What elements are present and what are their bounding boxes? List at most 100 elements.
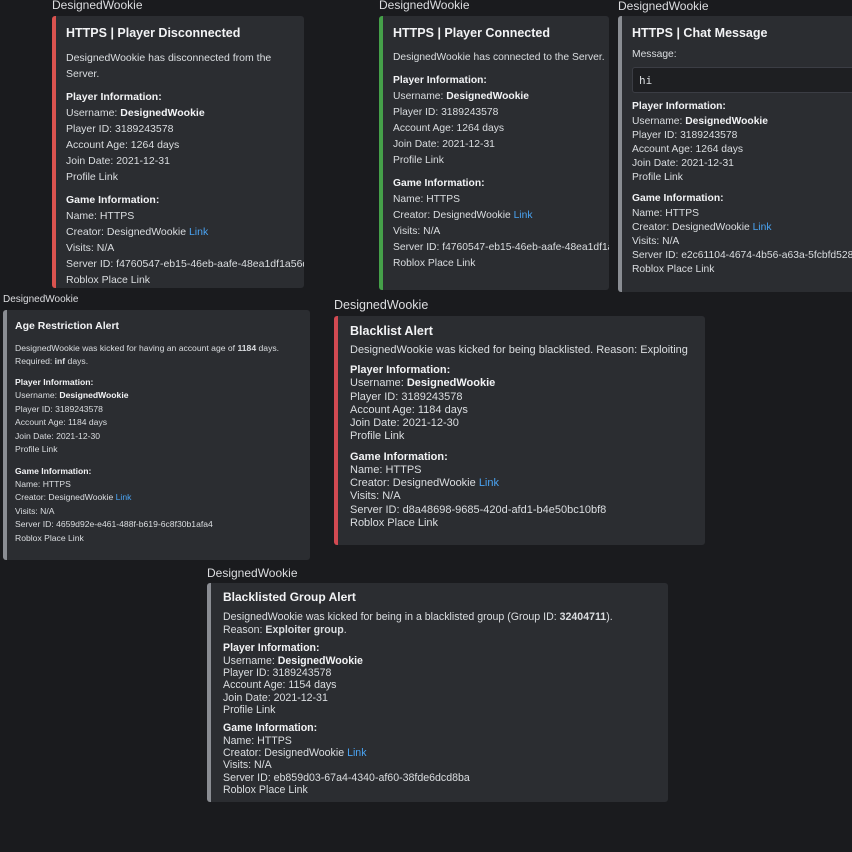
creator-link[interactable]: Link — [116, 492, 132, 502]
embed-title: HTTPS | Player Disconnected — [66, 26, 241, 40]
game-info-header: Game Information: — [632, 193, 724, 204]
profile-link[interactable]: Profile Link — [66, 169, 304, 185]
visits: Visits: N/A — [223, 759, 272, 772]
username-label: Username: — [15, 390, 60, 400]
server-id: Server ID: eb859d03-67a4-4340-af60-38fde… — [223, 771, 470, 784]
author-name[interactable]: DesignedWookie — [3, 294, 78, 305]
username-label: Username: — [66, 107, 121, 119]
desc-text: days. — [65, 356, 89, 366]
username-line: Username: DesignedWookie — [15, 389, 310, 403]
player-id: Player ID: 3189243578 — [15, 403, 103, 414]
username-line: Username: DesignedWookie — [632, 115, 852, 129]
creator-line: Creator: DesignedWookie Link — [223, 747, 668, 759]
desc-text: DesignedWookie was kicked for being in a… — [223, 611, 560, 623]
username-value: DesignedWookie — [406, 377, 496, 390]
game-info-header: Game Information: — [66, 194, 160, 206]
game-name: Name: HTTPS — [223, 735, 292, 748]
roblox-place-link[interactable]: Roblox Place Link — [66, 272, 304, 288]
roblox-place-link[interactable]: Roblox Place Link — [223, 784, 668, 796]
roblox-place-link[interactable]: Roblox Place Link — [632, 263, 852, 277]
profile-link[interactable]: Profile Link — [350, 430, 705, 443]
author-name[interactable]: DesignedWookie — [334, 298, 428, 312]
username-value: DesignedWookie — [685, 116, 769, 127]
embed-player-connected: HTTPS | Player Connected DesignedWookie … — [379, 16, 609, 290]
profile-link[interactable]: Profile Link — [223, 704, 668, 716]
message-label: Message: — [632, 49, 677, 60]
server-id: Server ID: e2c61104-4674-4b56-a63a-5fcbf… — [632, 250, 852, 261]
roblox-place-link[interactable]: Roblox Place Link — [393, 256, 609, 272]
game-name: Name: HTTPS — [393, 194, 460, 205]
server-id: Server ID: f4760547-eb15-46eb-aafe-48ea1… — [66, 258, 304, 270]
join-date: Join Date: 2021-12-31 — [393, 139, 495, 150]
creator-text: Creator: DesignedWookie — [632, 222, 753, 233]
player-id: Player ID: 3189243578 — [223, 667, 332, 680]
desc-account-age: 1184 — [237, 343, 257, 353]
desc-line-1: DesignedWookie was kicked for being in a… — [223, 611, 668, 624]
game-info-header: Game Information: — [15, 465, 92, 476]
server-id: Server ID: d8a48698-9685-420d-afd1-b4e50… — [350, 503, 607, 516]
player-info-header: Player Information: — [350, 364, 451, 377]
username-value: DesignedWookie — [120, 107, 205, 119]
account-age: Account Age: 1264 days — [632, 144, 744, 155]
username-value: DesignedWookie — [277, 655, 363, 667]
embed-title: HTTPS | Chat Message — [632, 26, 768, 40]
embed-description: DesignedWookie was kicked for having an … — [15, 342, 307, 368]
visits: Visits: N/A — [350, 490, 401, 503]
author-name[interactable]: DesignedWookie — [618, 0, 709, 13]
username-line: Username: DesignedWookie — [66, 105, 304, 121]
roblox-place-link[interactable]: Roblox Place Link — [350, 517, 705, 530]
embed-title: Blacklisted Group Alert — [223, 590, 356, 604]
username-line: Username: DesignedWookie — [223, 655, 668, 667]
visits: Visits: N/A — [66, 242, 115, 254]
account-age: Account Age: 1264 days — [66, 139, 180, 151]
visits: Visits: N/A — [15, 505, 55, 516]
creator-line: Creator: DesignedWookie Link — [15, 491, 310, 505]
message-code-block: hi — [632, 67, 852, 93]
embed-description: DesignedWookie has connected to the Serv… — [393, 52, 605, 63]
creator-text: Creator: DesignedWookie — [66, 226, 189, 238]
profile-link[interactable]: Profile Link — [632, 171, 852, 185]
creator-text: Creator: DesignedWookie — [15, 492, 116, 502]
roblox-place-link[interactable]: Roblox Place Link — [15, 532, 310, 546]
join-date: Join Date: 2021-12-31 — [632, 158, 734, 169]
desc-text: . — [343, 623, 347, 636]
author-name[interactable]: DesignedWookie — [52, 0, 143, 12]
author-name[interactable]: DesignedWookie — [207, 566, 298, 580]
author-name[interactable]: DesignedWookie — [379, 0, 470, 12]
account-age: Account Age: 1184 days — [15, 417, 108, 427]
creator-link[interactable]: Link — [479, 477, 499, 489]
creator-text: Creator: DesignedWookie — [393, 210, 514, 221]
embed-description: DesignedWookie has disconnected from the… — [66, 52, 272, 80]
player-info-header: Player Information: — [66, 91, 162, 103]
server-id: Server ID: f4760547-eb15-46eb-aafe-48ea1… — [393, 242, 609, 253]
username-value: DesignedWookie — [59, 390, 129, 400]
game-info-header: Game Information: — [393, 178, 485, 189]
creator-text: Creator: DesignedWookie — [350, 477, 479, 490]
embed-title: Blacklist Alert — [350, 324, 433, 338]
player-id: Player ID: 3189243578 — [66, 123, 174, 135]
account-age: Account Age: 1264 days — [393, 123, 505, 134]
game-name: Name: HTTPS — [15, 478, 71, 489]
visits: Visits: N/A — [393, 226, 441, 237]
join-date: Join Date: 2021-12-31 — [66, 155, 170, 167]
username-label: Username: — [632, 116, 686, 127]
creator-link[interactable]: Link — [347, 747, 366, 759]
creator-link[interactable]: Link — [189, 226, 208, 238]
creator-link[interactable]: Link — [753, 222, 772, 233]
embed-chat-message: HTTPS | Chat Message Message: hi Player … — [618, 16, 852, 292]
player-id: Player ID: 3189243578 — [350, 390, 463, 403]
game-name: Name: HTTPS — [632, 208, 699, 219]
player-info-header: Player Information: — [632, 101, 726, 112]
join-date: Join Date: 2021-12-31 — [223, 691, 328, 704]
desc-group-id: 32404711 — [559, 611, 607, 623]
creator-text: Creator: DesignedWookie — [223, 747, 348, 760]
desc-text: DesignedWookie was kicked for having an … — [15, 343, 238, 353]
profile-link[interactable]: Profile Link — [393, 153, 609, 169]
visits: Visits: N/A — [632, 236, 680, 247]
username-label: Username: — [393, 91, 447, 102]
creator-link[interactable]: Link — [514, 210, 533, 221]
message-text: hi — [639, 74, 653, 87]
creator-line: Creator: DesignedWookie Link — [350, 477, 705, 490]
desc-line-2: Reason: Exploiter group. — [223, 624, 668, 637]
profile-link[interactable]: Profile Link — [15, 443, 310, 457]
